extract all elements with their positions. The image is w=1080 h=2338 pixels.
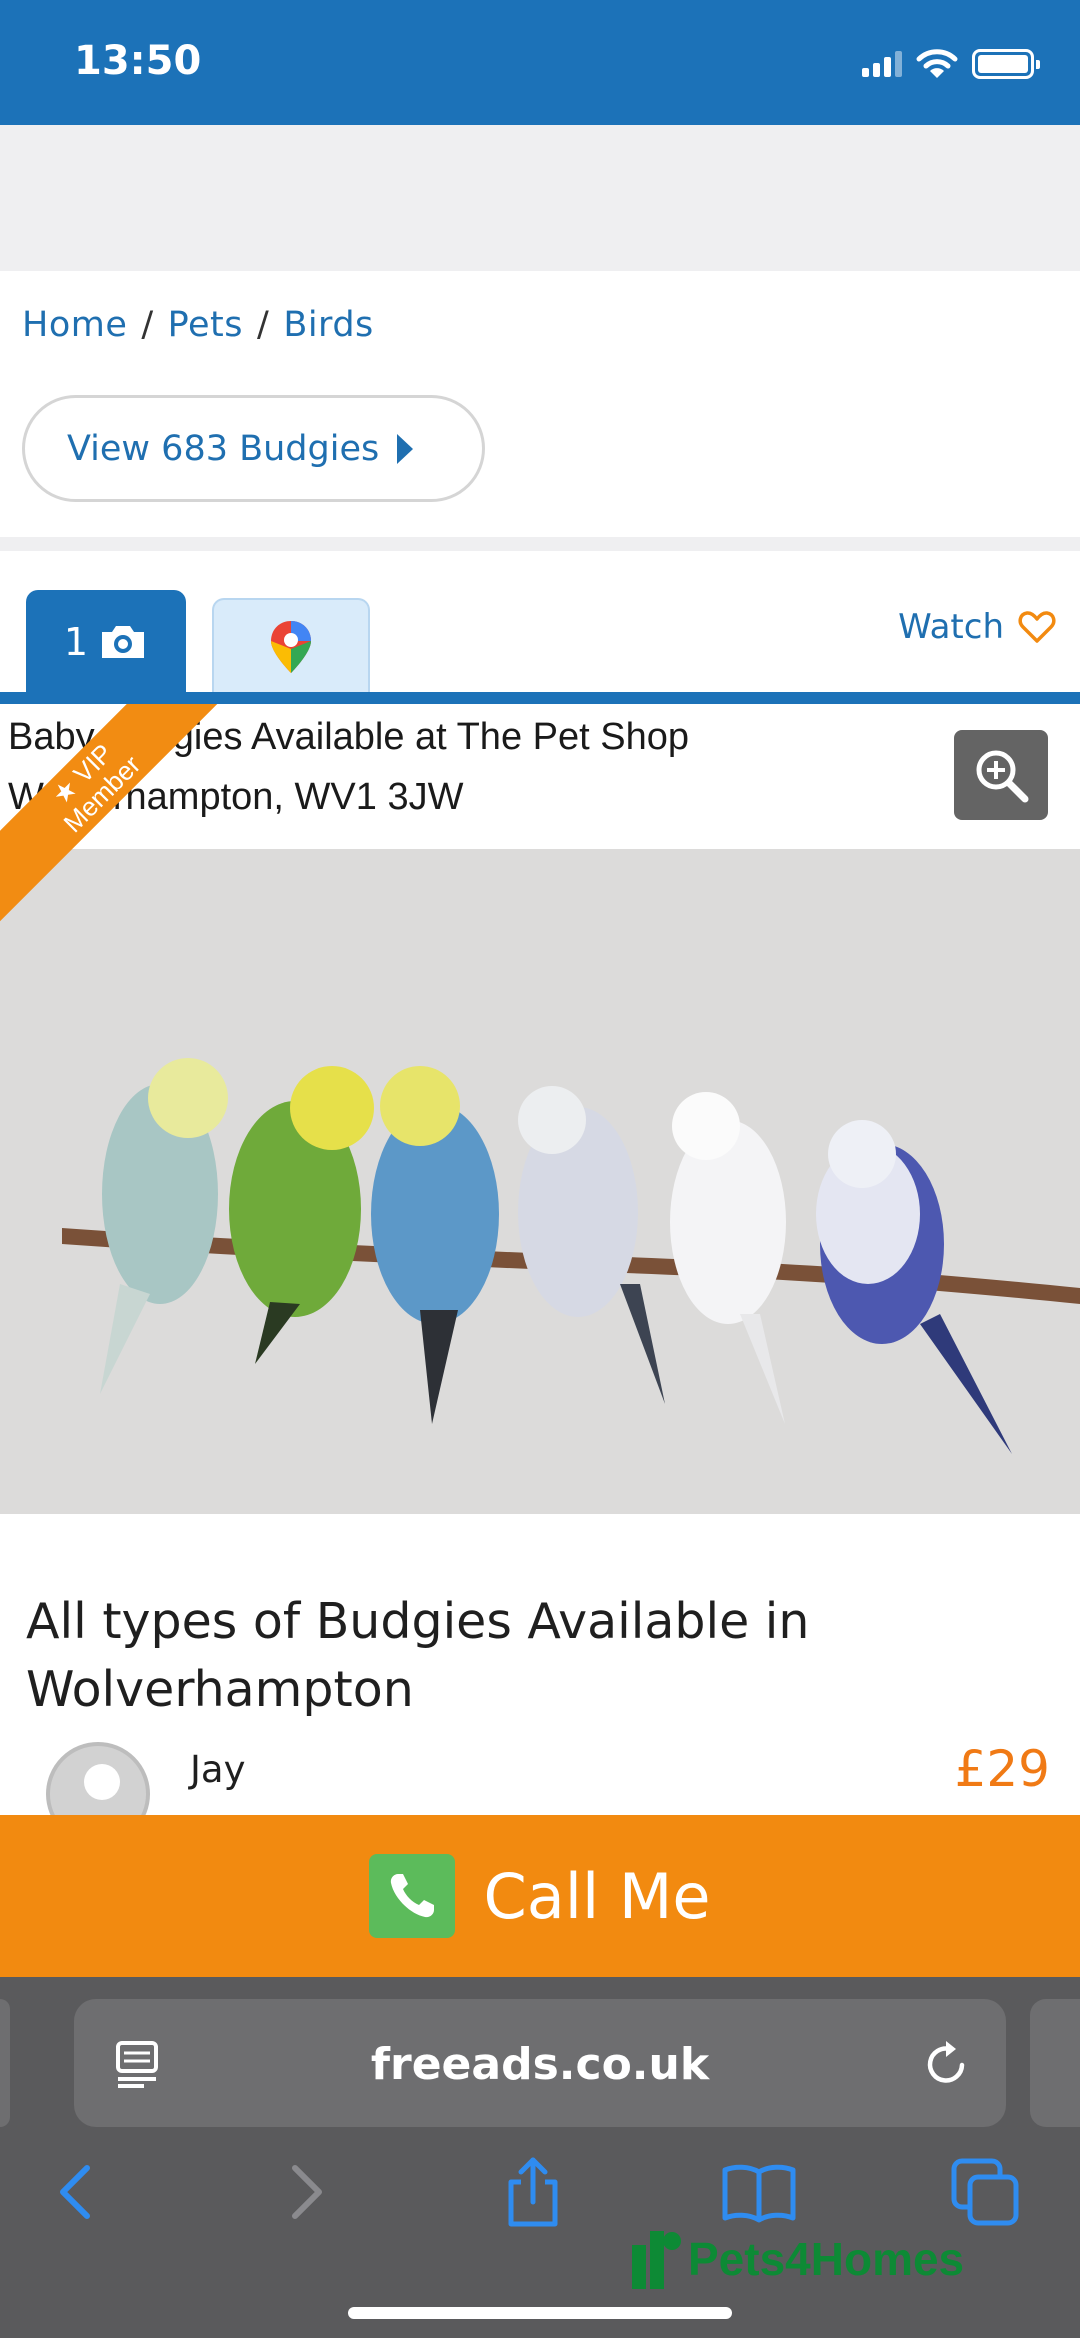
listing-price: £29 bbox=[954, 1740, 1050, 1798]
tabs-icon bbox=[951, 2158, 1019, 2226]
address-bar[interactable]: freeads.co.uk bbox=[74, 1999, 1006, 2127]
photo-count: 1 bbox=[63, 619, 89, 664]
previous-tab-peek[interactable] bbox=[0, 1999, 10, 2127]
caret-right-icon bbox=[397, 433, 414, 464]
seller-name[interactable]: Jay bbox=[190, 1748, 245, 1791]
breadcrumb-home[interactable]: Home bbox=[22, 305, 127, 345]
tab-photos[interactable]: 1 bbox=[26, 590, 186, 693]
share-button[interactable] bbox=[488, 2147, 578, 2237]
wifi-icon bbox=[916, 49, 958, 78]
back-icon bbox=[60, 2165, 90, 2219]
forward-icon bbox=[292, 2165, 322, 2219]
breadcrumb-birds[interactable]: Birds bbox=[283, 305, 373, 345]
listing-title: All types of Budgies Available in Wolver… bbox=[26, 1593, 810, 1718]
browser-chrome: freeads.co.uk Pets4Homes bbox=[0, 1977, 1080, 2338]
call-me-label: Call Me bbox=[483, 1859, 711, 1933]
next-tab-peek[interactable] bbox=[1030, 1999, 1080, 2127]
url-text: freeads.co.uk bbox=[370, 2039, 710, 2090]
breadcrumb-separator: / bbox=[141, 305, 154, 345]
breadcrumb-separator: / bbox=[257, 305, 270, 345]
pets4homes-logo-icon bbox=[632, 2231, 681, 2289]
watch-label: Watch bbox=[898, 607, 1004, 647]
signal-icon bbox=[862, 51, 902, 77]
status-time: 13:50 bbox=[74, 38, 202, 84]
ad-banner-space bbox=[0, 125, 1080, 271]
pets4homes-watermark: Pets4Homes bbox=[628, 2227, 964, 2291]
phone-icon bbox=[369, 1854, 456, 1938]
heart-icon bbox=[1018, 611, 1056, 643]
status-bar: 13:50 bbox=[0, 0, 1080, 125]
map-pin-icon bbox=[271, 620, 311, 673]
breadcrumb: Home / Pets / Birds bbox=[22, 305, 374, 345]
battery-icon bbox=[972, 49, 1040, 79]
zoom-icon bbox=[976, 750, 1029, 803]
watch-button[interactable]: Watch bbox=[898, 607, 1056, 647]
bookmarks-icon bbox=[722, 2164, 796, 2223]
tabs-button[interactable] bbox=[940, 2147, 1030, 2237]
zoom-button[interactable] bbox=[954, 730, 1048, 820]
camera-icon bbox=[102, 625, 145, 658]
status-icons bbox=[862, 46, 1040, 82]
bookmarks-button[interactable] bbox=[714, 2147, 804, 2237]
view-budgies-label: View 683 Budgies bbox=[67, 428, 380, 469]
view-budgies-button[interactable]: View 683 Budgies bbox=[22, 395, 485, 502]
forward-button[interactable] bbox=[262, 2147, 352, 2237]
back-button[interactable] bbox=[30, 2147, 120, 2237]
app-screen: 13:50 Home / Pets / Birds View 683 Budgies 1 bbox=[0, 0, 1080, 2338]
watermark-text: Pets4Homes bbox=[688, 2233, 965, 2285]
reload-icon[interactable] bbox=[922, 2037, 972, 2089]
breadcrumb-pets[interactable]: Pets bbox=[168, 305, 243, 345]
tab-map[interactable] bbox=[212, 598, 370, 693]
listing-photo[interactable]: Baby Budgies Available at The Pet Shop W… bbox=[0, 704, 1080, 1514]
section-divider bbox=[0, 537, 1080, 551]
call-me-button[interactable]: Call Me bbox=[0, 1815, 1080, 1977]
tab-underline bbox=[0, 692, 1080, 704]
home-indicator[interactable] bbox=[348, 2307, 732, 2319]
share-icon bbox=[508, 2157, 558, 2227]
